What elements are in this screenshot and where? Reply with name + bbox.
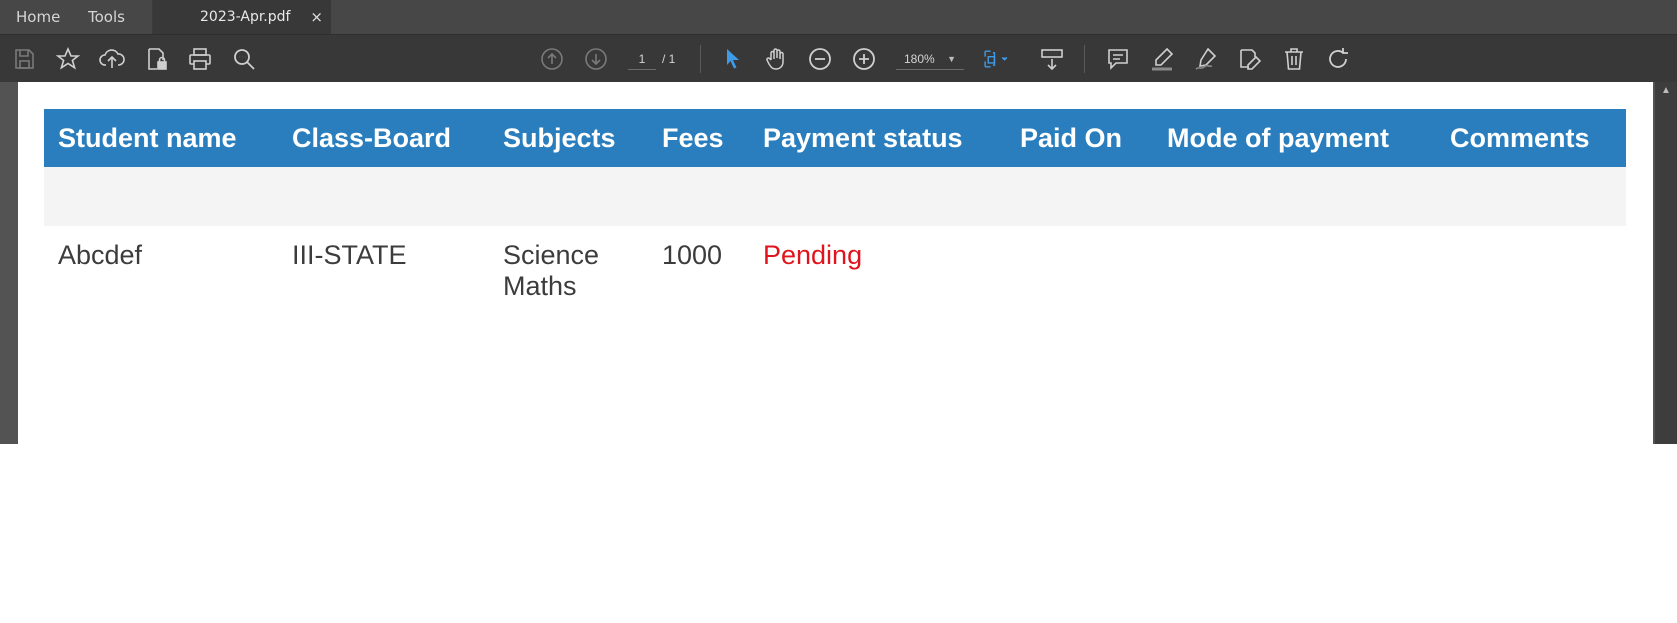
document-tab-title: 2023-Apr.pdf: [200, 9, 291, 25]
tab-home[interactable]: Home: [16, 0, 60, 34]
zoom-in-icon[interactable]: [850, 45, 878, 73]
page-number-input[interactable]: 1: [628, 49, 656, 70]
comment-icon[interactable]: [1104, 45, 1132, 73]
save-icon[interactable]: [10, 45, 38, 73]
previous-page-icon[interactable]: [538, 45, 566, 73]
delete-icon[interactable]: [1280, 45, 1308, 73]
toolbar-divider: [1084, 45, 1085, 73]
rotate-icon[interactable]: [1324, 45, 1352, 73]
highlight-icon[interactable]: [1148, 45, 1176, 73]
cell-fees: 1000: [662, 240, 723, 270]
column-header: Fees: [662, 123, 724, 153]
subject-item: Maths: [503, 271, 577, 301]
table-row: Abcdef III-STATE Science Maths 1000 Pend…: [44, 226, 1626, 346]
cell-student-name: Abcdef: [58, 240, 143, 270]
cell-subjects: Science Maths: [503, 240, 599, 302]
zoom-level-value: 180%: [904, 52, 935, 66]
fit-page-icon[interactable]: [982, 45, 1018, 73]
tab-document[interactable]: 2023-Apr.pdf ×: [152, 0, 331, 34]
pdf-page: Student name Class-Board Subjects Fees P…: [18, 82, 1653, 444]
chevron-down-icon: ▼: [947, 54, 956, 64]
cloud-upload-icon[interactable]: [98, 45, 126, 73]
column-header: Payment status: [763, 123, 963, 153]
document-viewport: Student name Class-Board Subjects Fees P…: [0, 82, 1677, 444]
select-cursor-icon[interactable]: [718, 45, 746, 73]
scroll-up-icon[interactable]: ▲: [1659, 85, 1673, 97]
cell-class-board: III-STATE: [292, 240, 407, 270]
subject-item: Science: [503, 240, 600, 270]
draw-icon[interactable]: [1192, 45, 1220, 73]
empty-table-row: [44, 167, 1626, 226]
cell-payment-status: Pending: [763, 240, 863, 270]
table-header-row: Student name Class-Board Subjects Fees P…: [44, 109, 1626, 167]
print-icon[interactable]: [186, 45, 214, 73]
tab-bar: Home Tools 2023-Apr.pdf ×: [0, 0, 1677, 34]
page-total: / 1: [662, 52, 676, 66]
fees-table: Student name Class-Board Subjects Fees P…: [44, 109, 1626, 346]
column-header: Comments: [1450, 123, 1590, 153]
zoom-level-select[interactable]: 180% ▼: [896, 49, 964, 70]
file-protect-icon[interactable]: [142, 45, 170, 73]
vertical-scrollbar[interactable]: ▲: [1655, 82, 1677, 444]
scroll-mode-icon[interactable]: [1038, 45, 1066, 73]
pdf-viewer-window: Home Tools 2023-Apr.pdf × 1 / 1 180% ▼ S…: [0, 0, 1677, 444]
toolbar: 1 / 1 180% ▼: [0, 34, 1677, 84]
edit-text-icon[interactable]: [1236, 45, 1264, 73]
column-header: Subjects: [503, 123, 616, 153]
next-page-icon[interactable]: [582, 45, 610, 73]
column-header: Class-Board: [292, 123, 452, 153]
column-header: Mode of payment: [1167, 123, 1390, 153]
find-icon[interactable]: [230, 45, 258, 73]
column-header: Student name: [58, 123, 237, 153]
column-header: Paid On: [1020, 123, 1123, 153]
star-icon[interactable]: [54, 45, 82, 73]
tab-tools[interactable]: Tools: [88, 0, 125, 34]
zoom-out-icon[interactable]: [806, 45, 834, 73]
toolbar-divider: [700, 45, 701, 73]
close-tab-icon[interactable]: ×: [310, 0, 323, 34]
hand-tool-icon[interactable]: [762, 45, 790, 73]
